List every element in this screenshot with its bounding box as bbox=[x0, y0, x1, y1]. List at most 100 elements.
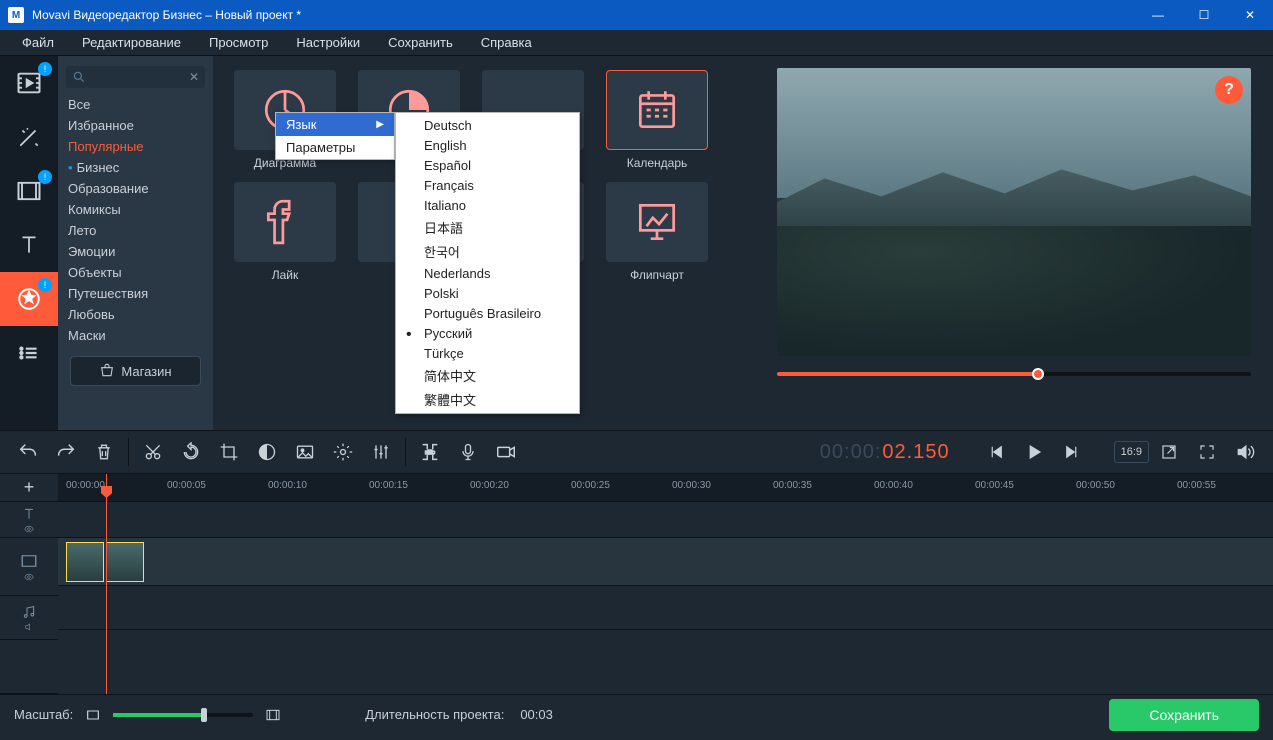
delete-button[interactable] bbox=[86, 434, 122, 470]
fullscreen-button[interactable] bbox=[1189, 434, 1225, 470]
next-frame-button[interactable] bbox=[1054, 434, 1090, 470]
redo-button[interactable] bbox=[48, 434, 84, 470]
title-track-header[interactable] bbox=[0, 502, 58, 538]
audio-track[interactable] bbox=[58, 586, 1273, 630]
shop-button[interactable]: Магазин bbox=[70, 356, 201, 386]
aspect-ratio-button[interactable]: 16:9 bbox=[1114, 441, 1149, 463]
record-webcam-button[interactable] bbox=[488, 434, 524, 470]
menu-settings[interactable]: Настройки bbox=[282, 32, 374, 53]
save-button[interactable]: Сохранить bbox=[1109, 699, 1259, 731]
language-option[interactable]: Русский bbox=[396, 323, 579, 343]
add-track-button[interactable]: + bbox=[0, 474, 58, 502]
shop-label: Магазин bbox=[121, 364, 171, 379]
badge-icon: ! bbox=[38, 62, 52, 76]
rotate-button[interactable] bbox=[173, 434, 209, 470]
seek-bar[interactable] bbox=[777, 372, 1251, 376]
timeline: + 00:00:0000:00:0500:00:1000:00:1500:00:… bbox=[0, 474, 1273, 694]
video-clip[interactable] bbox=[106, 542, 144, 582]
maximize-button[interactable]: ☐ bbox=[1181, 0, 1227, 30]
category-item[interactable]: Избранное bbox=[58, 115, 213, 136]
preview-panel: ? bbox=[755, 56, 1273, 430]
timeline-body[interactable]: 00:00:0000:00:0500:00:1000:00:1500:00:20… bbox=[58, 474, 1273, 694]
gallery-tile[interactable]: Флипчарт bbox=[603, 182, 711, 282]
ruler-tick: 00:00:50 bbox=[1076, 480, 1115, 491]
category-item[interactable]: Любовь bbox=[58, 304, 213, 325]
gallery-tile[interactable]: Календарь bbox=[603, 70, 711, 170]
zoom-label: Масштаб: bbox=[14, 707, 73, 722]
language-option[interactable]: Nederlands bbox=[396, 263, 579, 283]
tool-more[interactable] bbox=[0, 326, 58, 380]
category-item[interactable]: Путешествия bbox=[58, 283, 213, 304]
category-item[interactable]: Объекты bbox=[58, 262, 213, 283]
tool-stickers[interactable]: ! bbox=[0, 272, 58, 326]
tool-titles[interactable] bbox=[0, 218, 58, 272]
time-ruler[interactable]: 00:00:0000:00:0500:00:1000:00:1500:00:20… bbox=[58, 474, 1273, 502]
language-option[interactable]: 简体中文 bbox=[396, 363, 579, 387]
settings-item-params[interactable]: Параметры bbox=[276, 136, 394, 159]
language-option[interactable]: Português Brasileiro bbox=[396, 303, 579, 323]
menu-view[interactable]: Просмотр bbox=[195, 32, 282, 53]
category-item[interactable]: Маски bbox=[58, 325, 213, 346]
color-button[interactable] bbox=[249, 434, 285, 470]
equalizer-button[interactable] bbox=[363, 434, 399, 470]
language-option[interactable]: English bbox=[396, 135, 579, 155]
language-option[interactable]: 한국어 bbox=[396, 239, 579, 263]
zoom-full-icon[interactable] bbox=[265, 707, 281, 723]
playhead[interactable] bbox=[106, 474, 107, 694]
category-item[interactable]: Бизнес bbox=[58, 157, 213, 178]
tool-transitions[interactable]: ! bbox=[0, 164, 58, 218]
record-screen-button[interactable]: REC bbox=[412, 434, 448, 470]
detach-button[interactable] bbox=[1151, 434, 1187, 470]
language-option[interactable]: Polski bbox=[396, 283, 579, 303]
category-item[interactable]: Эмоции bbox=[58, 241, 213, 262]
category-item[interactable]: Комиксы bbox=[58, 199, 213, 220]
video-track[interactable] bbox=[58, 538, 1273, 586]
help-button[interactable]: ? bbox=[1215, 76, 1243, 104]
menu-help[interactable]: Справка bbox=[467, 32, 546, 53]
ruler-tick: 00:00:05 bbox=[167, 480, 206, 491]
zoom-slider[interactable] bbox=[113, 713, 253, 717]
menu-file[interactable]: Файл bbox=[8, 32, 68, 53]
record-audio-button[interactable] bbox=[450, 434, 486, 470]
tool-import[interactable]: ! bbox=[0, 56, 58, 110]
ruler-tick: 00:00:15 bbox=[369, 480, 408, 491]
language-option[interactable]: 日本語 bbox=[396, 215, 579, 239]
crop-button[interactable] bbox=[211, 434, 247, 470]
minimize-button[interactable]: — bbox=[1135, 0, 1181, 30]
language-option[interactable]: Italiano bbox=[396, 195, 579, 215]
tool-filters[interactable] bbox=[0, 110, 58, 164]
video-preview[interactable] bbox=[777, 68, 1251, 356]
properties-button[interactable] bbox=[325, 434, 361, 470]
settings-item-language[interactable]: Язык▶ bbox=[276, 113, 394, 136]
cut-button[interactable] bbox=[135, 434, 171, 470]
language-option[interactable]: Español bbox=[396, 155, 579, 175]
close-button[interactable]: ✕ bbox=[1227, 0, 1273, 30]
search-input[interactable]: ✕ bbox=[66, 66, 205, 88]
undo-button[interactable] bbox=[10, 434, 46, 470]
language-option[interactable]: Français bbox=[396, 175, 579, 195]
zoom-fit-icon[interactable] bbox=[85, 707, 101, 723]
play-button[interactable] bbox=[1016, 434, 1052, 470]
gallery-tile[interactable]: Лайк bbox=[231, 182, 339, 282]
language-option[interactable]: Türkçe bbox=[396, 343, 579, 363]
ruler-tick: 00:00:30 bbox=[672, 480, 711, 491]
video-track-header[interactable] bbox=[0, 538, 58, 596]
language-option[interactable]: Deutsch bbox=[396, 115, 579, 135]
title-track[interactable] bbox=[58, 502, 1273, 538]
ruler-tick: 00:00:40 bbox=[874, 480, 913, 491]
volume-button[interactable] bbox=[1227, 434, 1263, 470]
menu-save[interactable]: Сохранить bbox=[374, 32, 467, 53]
language-option[interactable]: 繁體中文 bbox=[396, 387, 579, 411]
category-item[interactable]: Образование bbox=[58, 178, 213, 199]
category-item[interactable]: Популярные bbox=[58, 136, 213, 157]
category-item[interactable]: Все bbox=[58, 94, 213, 115]
prev-frame-button[interactable] bbox=[978, 434, 1014, 470]
ruler-tick: 00:00:35 bbox=[773, 480, 812, 491]
clear-search-icon[interactable]: ✕ bbox=[189, 70, 199, 84]
video-clip[interactable] bbox=[66, 542, 104, 582]
category-item[interactable]: Лето bbox=[58, 220, 213, 241]
image-button[interactable] bbox=[287, 434, 323, 470]
audio-track-header[interactable] bbox=[0, 596, 58, 640]
svg-text:REC: REC bbox=[425, 450, 435, 455]
menu-edit[interactable]: Редактирование bbox=[68, 32, 195, 53]
